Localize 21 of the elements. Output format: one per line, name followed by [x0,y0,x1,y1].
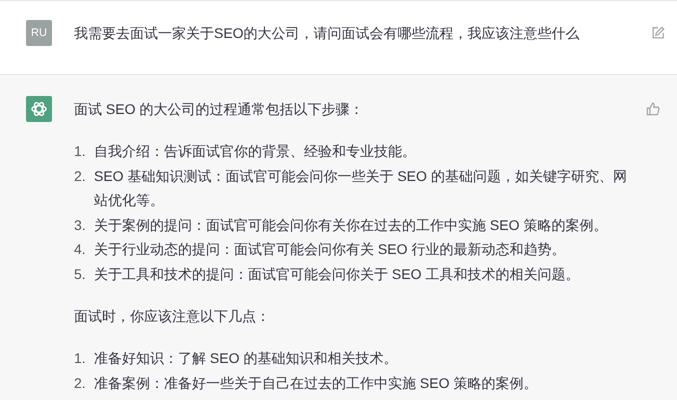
list-item-text: 自我介绍：告诉面试官你的背景、经验和专业技能。 [94,142,417,161]
tips-intro: 面试时，你应该注意以下几点： [74,307,271,326]
list-item-text: 准备案例：准备好一些关于自己在过去的工作中实施 SEO 策略的案例。 [94,374,538,392]
list-number: 2. [74,166,87,186]
answer-intro: 面试 SEO 的大公司的过程通常包括以下步骤： [74,100,364,119]
list-number: 2. [74,374,87,392]
edit-icon[interactable] [651,26,665,40]
list-item-text: 关于行业动态的提问：面试官可能会问你有关 SEO 行业的最新动态和趋势。 [94,240,566,259]
list-item-text: 关于工具和技术的提问：面试官可能会问你关于 SEO 工具和技术的相关问题。 [94,264,580,284]
list-item-text: SEO 基础知识测试：面试官可能会问你一些关于 SEO 的基础问题，如关键字研究、网站优化等。 [94,166,628,210]
list-number: 4. [74,240,87,259]
assistant-logo-icon [26,96,52,122]
user-message: 我需要去面试一家关于SEO的大公司，请问面试会有哪些流程，我应该注意些什么 [74,24,581,43]
list-number: 5. [74,264,87,284]
list-number: 1. [74,349,87,368]
thumbs-up-icon[interactable] [646,102,660,116]
user-avatar: RU [26,20,52,46]
list-item-text: 准备好知识：了解 SEO 的基础知识和相关技术。 [94,349,398,368]
list-number: 3. [74,216,87,234]
list-number: 1. [74,142,87,161]
list-item-text: 关于案例的提问：面试官可能会问你有关你在过去的工作中实施 SEO 策略的案例。 [94,216,608,234]
